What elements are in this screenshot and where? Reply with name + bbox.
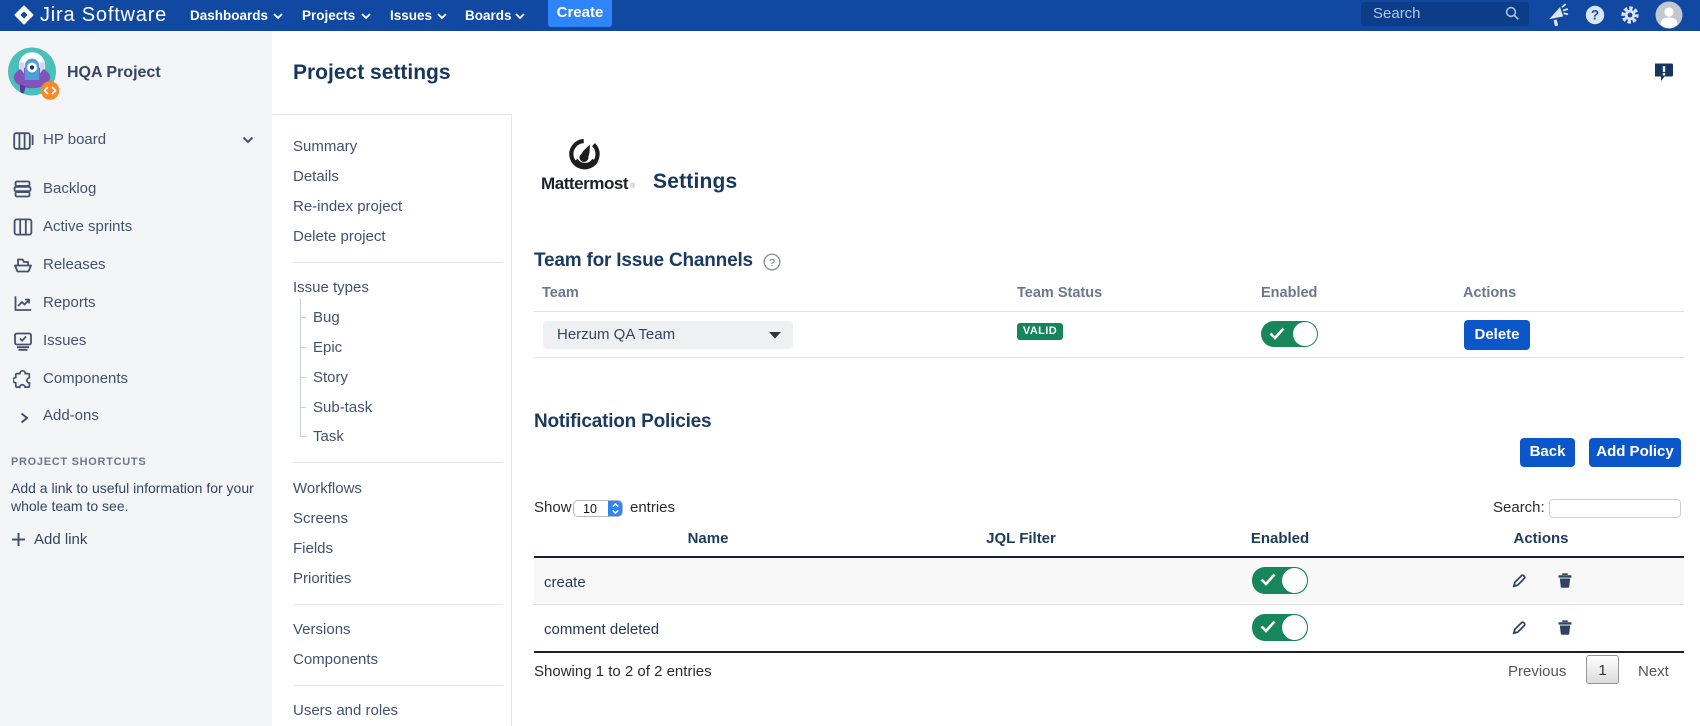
svg-text:?: ? — [1591, 8, 1599, 23]
svg-text:?: ? — [769, 257, 775, 269]
